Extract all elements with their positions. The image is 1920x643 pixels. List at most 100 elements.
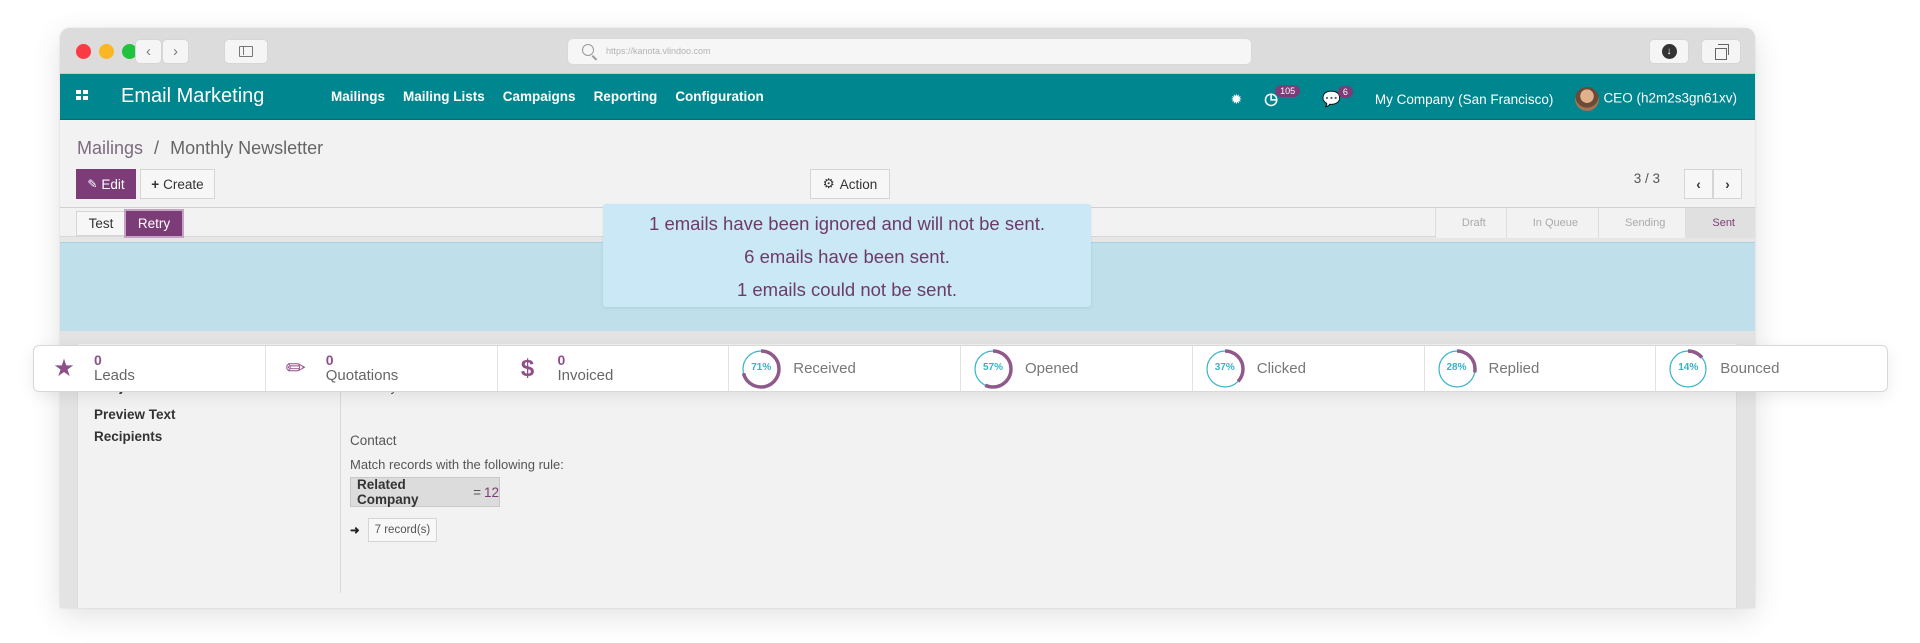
menu-mailing-lists[interactable]: Mailing Lists [403,89,485,104]
ring-percent-label: 28% [1446,361,1467,373]
url-text: https://kanota.vlindoo.com [606,46,711,56]
edit-button[interactable]: ✎ Edit [76,169,136,199]
top-navbar: Email Marketing Mailings Mailing Lists C… [60,74,1755,120]
messages-button[interactable]: 💬 6 [1322,86,1353,108]
leads-count: 0 [94,351,102,368]
arrow-right-icon: ➜ [350,525,360,537]
sidebar-icon [239,46,253,57]
pencil-icon: ✎ [87,177,98,191]
create-label: Create [163,176,204,192]
chevron-left-icon: ‹ [146,43,151,60]
star-icon: ★ [53,355,75,382]
pager-previous-button[interactable]: ‹ [1684,169,1713,199]
column-divider [340,368,341,593]
pencil-icon: ✏ [285,355,306,382]
browser-titlebar: ‹ › https://kanota.vlindoo.com ↓ [60,28,1755,74]
stat-quotations-button[interactable]: ✏ 0 Quotations [266,346,498,391]
user-menu[interactable]: CEO (h2m2s3gn61xv) [1575,87,1737,111]
ring-percent-label: 71% [751,361,772,373]
tabs-overview-button[interactable] [1701,39,1741,64]
matched-records: ➜ 7 record(s) [350,518,438,542]
sidebar-toggle-button[interactable] [224,39,268,64]
address-bar[interactable]: https://kanota.vlindoo.com [567,38,1252,65]
stage-in-queue[interactable]: In Queue [1505,208,1598,238]
recipients-field[interactable]: Contact [350,433,397,448]
avatar [1575,87,1600,111]
pager-next-button[interactable]: › [1713,169,1742,199]
navbar-systray: ✹ ◷ 105 💬 6 My Company (San Francisco) CEO… [1230,85,1737,111]
stat-bounced-button[interactable]: 14% Bounced [1656,346,1887,391]
company-switcher[interactable]: My Company (San Francisco) [1375,92,1554,107]
chevron-right-icon: › [1725,176,1730,192]
alert-line-ignored: 1 emails have been ignored and will not … [649,213,1045,234]
ring-percent-label: 57% [982,361,1003,373]
domain-rule-chip[interactable]: Related Company = 12 [350,477,500,507]
menu-campaigns[interactable]: Campaigns [503,89,576,104]
chevron-right-icon: › [173,43,178,60]
browser-window: ‹ › https://kanota.vlindoo.com ↓ Email M… [60,28,1755,608]
search-icon [582,44,594,56]
stat-received-button[interactable]: 71% Received [729,346,961,391]
action-label: Action [839,176,878,192]
stage-draft[interactable]: Draft [1434,208,1506,238]
alert-line-sent: 6 emails have been sent. [744,246,950,267]
app-title: Email Marketing [121,85,265,107]
menu-mailings[interactable]: Mailings [331,89,385,104]
tabs-icon [1715,43,1729,60]
action-dropdown-button[interactable]: ⚙ Action [810,169,890,199]
leads-label: Leads [94,366,135,384]
main-menu: Mailings Mailing Lists Campaigns Reporti… [331,89,764,104]
apps-menu-icon[interactable] [76,90,89,102]
alert-line-failed: 1 emails could not be sent. [736,279,958,300]
menu-reporting[interactable]: Reporting [594,89,658,104]
clicked-progress-ring: 37% [1205,348,1245,389]
activities-count-badge: 105 [1275,85,1301,97]
minimize-window-button[interactable] [99,44,114,59]
quotations-label: Quotations [325,366,399,384]
stat-invoiced-button[interactable]: $ 0 Invoiced [498,346,730,391]
retry-button[interactable]: Retry [126,211,182,236]
received-progress-ring: 71% [741,348,781,389]
stat-opened-button[interactable]: 57% Opened [961,346,1193,391]
received-label: Received [793,360,856,377]
replied-label: Replied [1488,360,1540,377]
recipients-label: Recipients [94,429,163,444]
menu-configuration[interactable]: Configuration [675,89,763,104]
opened-progress-ring: 57% [973,348,1013,389]
activities-button[interactable]: ◷ 105 [1264,85,1301,109]
edit-label: Edit [101,176,125,192]
close-window-button[interactable] [76,44,91,59]
stat-clicked-button[interactable]: 37% Clicked [1193,346,1425,391]
debug-bug-icon[interactable]: ✹ [1230,91,1242,108]
chevron-left-icon: ‹ [1696,176,1701,192]
dollar-icon: $ [520,354,535,382]
opened-label: Opened [1025,360,1079,377]
stat-leads-button[interactable]: ★ 0 Leads [34,346,266,391]
smart-buttons-bar: ★ 0 Leads ✏ 0 Quotations $ 0 Invoiced 71% R… [33,345,1888,392]
forward-button[interactable]: › [162,39,189,64]
preview-text-label: Preview Text [94,407,176,422]
replied-progress-ring: 28% [1436,348,1477,389]
bounced-progress-ring: 14% [1668,348,1708,389]
create-button[interactable]: + Create [140,169,215,199]
breadcrumb: Mailings / Monthly Newsletter [77,138,323,159]
user-name: CEO (h2m2s3gn61xv) [1603,90,1737,106]
download-button[interactable]: ↓ [1649,39,1689,64]
status-stages: Draft In Queue Sending Sent [1434,208,1755,238]
rule-value: 12 [483,484,499,500]
stage-sent[interactable]: Sent [1685,208,1755,238]
rule-operator: = [473,484,481,500]
quotations-count: 0 [325,351,334,368]
breadcrumb-mailings-link[interactable]: Mailings [77,138,143,158]
stat-replied-button[interactable]: 28% Replied [1425,346,1657,391]
invoiced-label: Invoiced [557,366,614,384]
plus-icon: + [151,176,160,192]
stage-sending[interactable]: Sending [1597,208,1686,238]
records-count-button[interactable]: 7 record(s) [367,518,438,542]
breadcrumb-separator: / [154,138,160,158]
test-button[interactable]: Test [76,211,126,236]
clicked-label: Clicked [1256,360,1306,377]
invoiced-count: 0 [557,351,566,368]
back-button[interactable]: ‹ [135,39,162,64]
pager-value: 3 / 3 [1633,171,1660,186]
